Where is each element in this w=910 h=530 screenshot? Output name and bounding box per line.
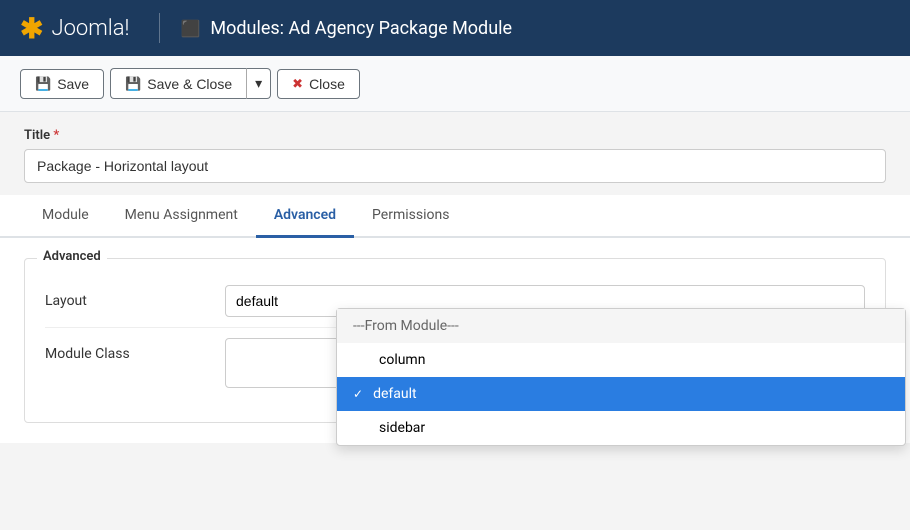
joomla-logo: ✱ Joomla!	[20, 12, 129, 45]
top-header: ✱ Joomla! ⬛ Modules: Ad Agency Package M…	[0, 0, 910, 56]
dropdown-option-column[interactable]: column	[337, 343, 905, 377]
dropdown-option-default[interactable]: ✓ default	[337, 377, 905, 411]
required-indicator: *	[53, 128, 59, 143]
toolbar: 💾 Save 💾 Save & Close ▾ ✖ Close	[0, 56, 910, 112]
option-label-sidebar: sidebar	[379, 420, 425, 436]
joomla-logo-icon: ✱	[20, 12, 43, 45]
title-section: Title *	[0, 112, 910, 195]
save-close-icon: 💾	[125, 76, 141, 92]
tabs-bar: Module Menu Assignment Advanced Permissi…	[0, 195, 910, 238]
tab-menu-assignment[interactable]: Menu Assignment	[107, 195, 256, 238]
tab-advanced[interactable]: Advanced	[256, 195, 354, 238]
fieldset-legend: Advanced	[37, 249, 107, 264]
layout-label: Layout	[45, 285, 225, 309]
dropdown-group-header: ---From Module---	[337, 309, 905, 343]
header-divider	[159, 13, 160, 43]
page-title: Modules: Ad Agency Package Module	[210, 18, 512, 39]
layout-dropdown-overlay: ---From Module--- column ✓ default sideb…	[336, 308, 906, 446]
save-label: Save	[57, 76, 89, 92]
save-button[interactable]: 💾 Save	[20, 69, 104, 99]
title-label: Title *	[24, 128, 886, 143]
chevron-down-icon: ▾	[255, 75, 262, 92]
save-dropdown-button[interactable]: ▾	[246, 68, 271, 99]
dropdown-option-sidebar[interactable]: sidebar	[337, 411, 905, 445]
title-input[interactable]	[24, 149, 886, 183]
tab-permissions[interactable]: Permissions	[354, 195, 467, 238]
close-button[interactable]: ✖ Close	[277, 69, 360, 99]
close-label: Close	[309, 76, 345, 92]
check-icon: ✓	[353, 387, 363, 401]
save-close-group: 💾 Save & Close ▾	[110, 68, 271, 99]
close-icon: ✖	[292, 76, 303, 92]
save-close-button[interactable]: 💾 Save & Close	[110, 68, 246, 99]
save-icon: 💾	[35, 76, 51, 92]
module-icon: ⬛	[180, 19, 200, 38]
content-area: Title * Module Menu Assignment Advanced …	[0, 112, 910, 443]
module-class-label: Module Class	[45, 338, 225, 362]
tab-module[interactable]: Module	[24, 195, 107, 238]
save-close-label: Save & Close	[147, 76, 232, 92]
option-label-default: default	[373, 386, 417, 402]
joomla-logo-text: Joomla!	[51, 16, 129, 41]
option-label-column: column	[379, 352, 425, 368]
